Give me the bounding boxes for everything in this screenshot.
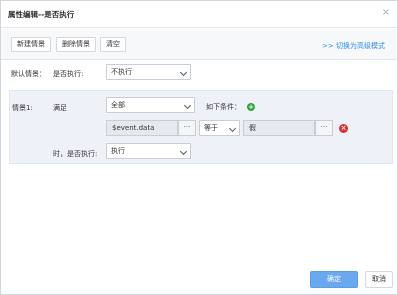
default-exec-label: 是否执行: — [53, 70, 84, 78]
operator-value: 等于 — [204, 124, 218, 132]
condition-left-picker-button[interactable]: ··· — [178, 120, 196, 136]
then-exec-value: 执行 — [111, 147, 125, 155]
default-exec-value: 不执行 — [111, 68, 132, 76]
conditions-label: 如下条件： — [206, 103, 241, 111]
operator-select[interactable]: 等于 — [199, 120, 240, 136]
match-mode-value: 全部 — [111, 101, 125, 109]
cancel-button[interactable]: 取消 — [365, 271, 393, 288]
then-exec-select[interactable]: 执行 — [106, 143, 191, 159]
clear-button[interactable]: 清空 — [100, 37, 126, 52]
toolbar: 新建情景 删除情景 清空 >> 切换为高级模式 — [1, 29, 397, 60]
close-icon[interactable]: × — [380, 7, 392, 19]
dialog-titlebar: 属性编辑--是否执行 × — [1, 1, 397, 28]
then-exec-label: 时，是否执行: — [53, 150, 98, 158]
chevron-down-icon — [179, 68, 188, 77]
default-exec-select[interactable]: 不执行 — [106, 64, 191, 80]
scenario-1-panel: 情景1: 满足 全部 如下条件： + $event.data ··· 等于 假 … — [9, 90, 393, 164]
default-scenario-row: 默认情景： 是否执行: 不执行 — [1, 61, 397, 88]
chevron-down-icon — [179, 147, 188, 156]
scenario-1-label: 情景1: — [12, 104, 33, 112]
chevron-down-icon — [228, 124, 237, 133]
ok-button[interactable]: 确定 — [310, 271, 358, 288]
satisfy-label: 满足 — [53, 104, 67, 112]
dialog-title: 属性编辑--是否执行 — [8, 10, 75, 19]
condition-left-field[interactable]: $event.data — [106, 120, 178, 136]
condition-right-picker-button[interactable]: ··· — [315, 120, 333, 136]
property-edit-dialog: 属性编辑--是否执行 × 新建情景 删除情景 清空 >> 切换为高级模式 默认情… — [0, 0, 398, 295]
delete-condition-icon[interactable]: × — [339, 124, 348, 133]
new-scenario-button[interactable]: 新建情景 — [11, 37, 51, 52]
chevron-down-icon — [183, 101, 192, 110]
advanced-mode-link[interactable]: >> 切换为高级模式 — [322, 41, 385, 51]
condition-right-field[interactable]: 假 — [243, 120, 315, 136]
default-scenario-label: 默认情景： — [11, 70, 46, 78]
delete-scenario-button[interactable]: 删除情景 — [56, 37, 96, 52]
add-condition-icon[interactable]: + — [247, 103, 255, 111]
match-mode-select[interactable]: 全部 — [106, 97, 195, 113]
